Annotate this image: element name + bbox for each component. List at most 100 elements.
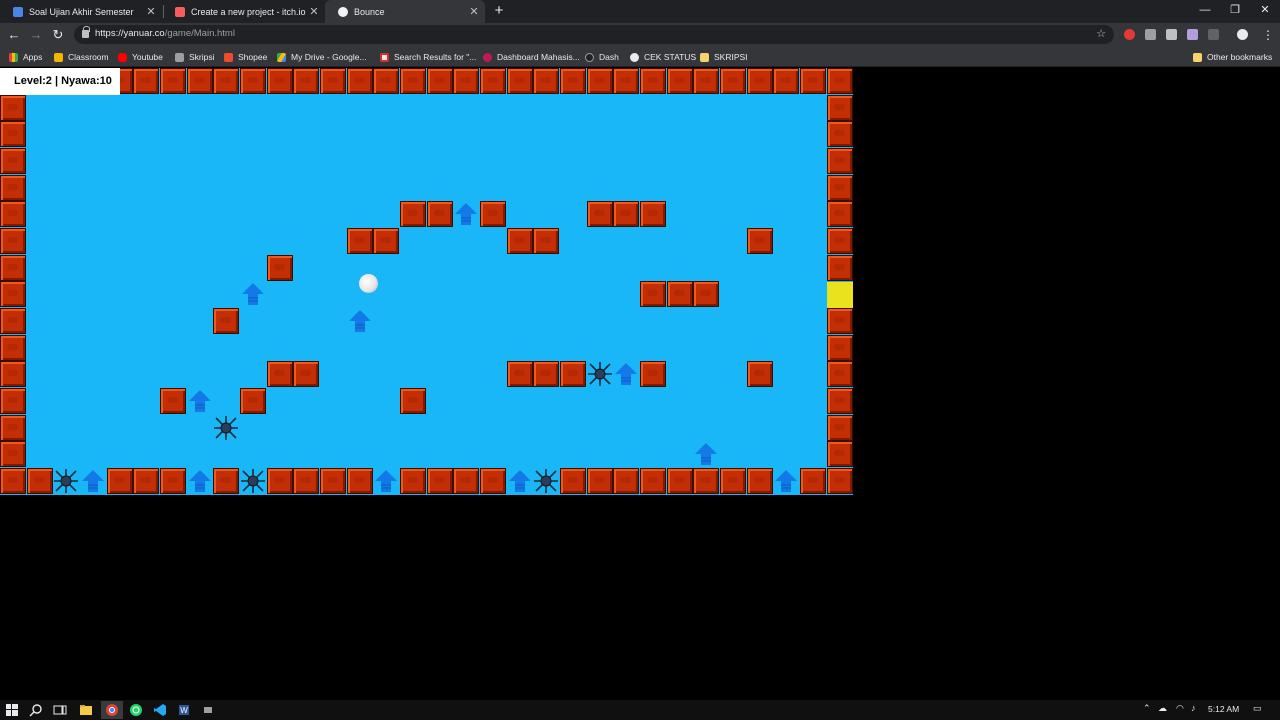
tab-bounce[interactable]: Bounce ✕ xyxy=(325,0,485,23)
chrome-icon[interactable] xyxy=(101,701,123,719)
platform-brick xyxy=(267,255,293,281)
wall-brick xyxy=(827,121,853,147)
extension-icon[interactable] xyxy=(1208,29,1219,40)
task-view-icon[interactable] xyxy=(52,702,68,718)
wall-brick xyxy=(0,175,26,201)
bookmark-shopee[interactable]: Shopee xyxy=(224,50,267,64)
floor-brick xyxy=(480,468,506,494)
onedrive-icon[interactable]: ☁ xyxy=(1158,703,1167,714)
booster-arrow xyxy=(187,468,213,494)
extension-icon[interactable] xyxy=(1166,29,1177,40)
back-button[interactable]: ← xyxy=(4,25,24,45)
apps-grid-icon xyxy=(9,52,18,62)
folder-icon xyxy=(700,52,709,62)
app-window-icon[interactable] xyxy=(200,702,216,718)
word-icon[interactable]: W xyxy=(176,702,192,718)
forward-button[interactable]: → xyxy=(26,25,46,45)
wall-brick xyxy=(827,201,853,227)
bookmark-cek-status[interactable]: CEK STATUS xyxy=(630,50,696,64)
reload-button[interactable]: ↻ xyxy=(48,25,68,45)
platform-brick xyxy=(347,228,373,254)
extension-icon[interactable] xyxy=(1187,29,1198,40)
bookmark-skripsi[interactable]: Skripsi xyxy=(175,50,215,64)
bookmark-classroom[interactable]: Classroom xyxy=(54,50,109,64)
tab-soal-ujian[interactable]: Soal Ujian Akhir Semester ✕ xyxy=(0,0,162,23)
file-explorer-icon[interactable] xyxy=(78,702,94,718)
platform-brick xyxy=(373,228,399,254)
wall-brick xyxy=(827,361,853,387)
extension-icon[interactable] xyxy=(1124,29,1135,40)
wall-brick xyxy=(827,255,853,281)
floor-brick xyxy=(613,468,639,494)
spike-hazard xyxy=(213,415,239,441)
floor-brick xyxy=(640,468,666,494)
game-canvas[interactable] xyxy=(0,68,853,495)
show-hidden-icons-icon[interactable]: ⌃ xyxy=(1143,703,1151,714)
wall-brick xyxy=(0,441,26,467)
bookmark-apps[interactable]: Apps xyxy=(9,50,42,64)
volume-icon[interactable]: ♪ xyxy=(1191,703,1196,713)
hud-status: Level:2 | Nyawa:10 xyxy=(0,68,120,95)
booster-arrow xyxy=(453,201,479,227)
bookmark-my-drive[interactable]: My Drive - Google... xyxy=(277,50,367,64)
lock-icon[interactable] xyxy=(82,26,90,38)
bookmark-folder-skripsi[interactable]: SKRIPSI xyxy=(700,50,748,64)
wall-brick xyxy=(827,148,853,174)
menu-kebab-icon[interactable]: ⋮ xyxy=(1258,25,1278,45)
platform-brick xyxy=(613,201,639,227)
search-icon[interactable] xyxy=(28,702,44,718)
other-bookmarks[interactable]: Other bookmarks xyxy=(1193,50,1272,64)
wall-brick xyxy=(267,68,293,94)
close-window-button[interactable]: ✕ xyxy=(1250,0,1280,23)
floor-brick xyxy=(347,468,373,494)
platform-brick xyxy=(267,361,293,387)
url-path: /game/Main.html xyxy=(164,28,235,39)
bookmark-youtube[interactable]: Youtube xyxy=(118,50,163,64)
platform-brick xyxy=(640,201,666,227)
floor-brick xyxy=(800,468,826,494)
spike-hazard xyxy=(240,468,266,494)
star-bookmark-icon[interactable]: ☆ xyxy=(1096,27,1106,40)
profile-avatar-icon[interactable] xyxy=(1237,29,1248,40)
floor-brick xyxy=(133,468,159,494)
folder-icon xyxy=(1193,52,1202,62)
platform-brick xyxy=(400,388,426,414)
wall-brick xyxy=(0,335,26,361)
notifications-icon[interactable]: ▭ xyxy=(1253,703,1262,714)
globe-icon xyxy=(630,52,639,62)
close-tab-icon[interactable]: ✕ xyxy=(467,5,481,18)
floor-brick xyxy=(587,468,613,494)
extension-icon[interactable] xyxy=(1145,29,1156,40)
close-tab-icon[interactable]: ✕ xyxy=(307,5,321,18)
floor-brick xyxy=(720,468,746,494)
taskbar-clock[interactable]: 5:12 AM xyxy=(1208,704,1239,714)
wall-brick xyxy=(773,68,799,94)
wall-brick xyxy=(320,68,346,94)
wall-brick xyxy=(480,68,506,94)
tab-title: Bounce xyxy=(354,6,385,17)
bookmark-dash[interactable]: Dash xyxy=(585,50,619,64)
minimize-button[interactable]: — xyxy=(1190,0,1220,23)
bookmark-search-results[interactable]: Search Results for "... xyxy=(380,50,476,64)
close-tab-icon[interactable]: ✕ xyxy=(144,5,158,18)
bookmark-dashboard[interactable]: Dashboard Mahasis... xyxy=(483,50,580,64)
restore-button[interactable]: ❐ xyxy=(1220,0,1250,23)
wifi-icon[interactable]: ◠ xyxy=(1176,703,1184,714)
globe-icon xyxy=(338,6,348,17)
spike-hazard xyxy=(587,361,613,387)
floor-brick xyxy=(293,468,319,494)
wall-brick xyxy=(827,95,853,121)
tab-itch-io[interactable]: Create a new project - itch.io ✕ xyxy=(162,0,325,23)
vscode-icon[interactable] xyxy=(152,702,168,718)
floor-brick xyxy=(747,468,773,494)
floor-brick xyxy=(27,468,53,494)
tab-strip: Soal Ujian Akhir Semester ✕ Create a new… xyxy=(0,0,1280,23)
address-bar[interactable]: https://yanuar.co/game/Main.html ☆ xyxy=(74,25,1114,44)
platform-brick xyxy=(533,228,559,254)
new-tab-button[interactable]: + xyxy=(491,2,507,20)
platform-brick xyxy=(427,201,453,227)
windows-start-icon[interactable] xyxy=(4,702,20,718)
wall-brick xyxy=(747,68,773,94)
whatsapp-icon[interactable] xyxy=(128,702,144,718)
wall-brick xyxy=(827,68,853,94)
